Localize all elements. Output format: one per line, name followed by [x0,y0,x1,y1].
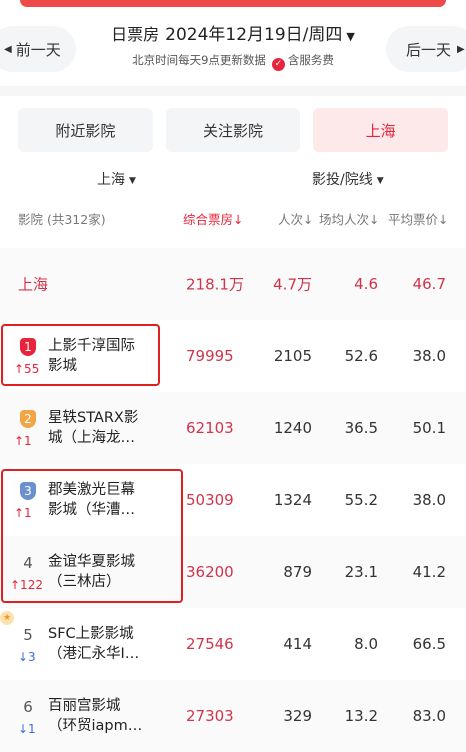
cinema-name: SFC上影影城 （港汇永华I… [48,626,140,662]
rank-change: ↑1 [14,434,32,448]
avg-per-show-value: 55.2 [344,491,378,509]
admissions-value: 1324 [273,491,312,509]
cinema-name: 百丽宫影城 （环贸iapm… [48,698,143,734]
city-filter-label: 上海 [97,172,125,188]
rank-badge: 2 [20,410,36,428]
tab-city[interactable]: 上海 [313,108,449,152]
city-filter[interactable]: 上海 ▼ [97,168,136,193]
check-circle-icon: ✓ [271,58,285,71]
next-day-label: 后一天 [406,40,452,59]
star-icon: ★ [0,611,14,625]
table-row[interactable]: 6 ↓1 百丽宫影城 （环贸iapm… 27303 329 13.2 83.0 [0,680,466,752]
cinema-tabs: 附近影院 关注影院 上海 [18,108,449,152]
tab-followed[interactable]: 关注影院 [165,108,301,152]
caret-down-icon: ▼ [129,176,136,186]
avg-price-value: 83.0 [412,707,446,725]
date-bar: ◀ 前一天 日票房 2024年12月19日/周四 ▼ 北京时间每天9点更新数据 ✓ 含服… [0,22,466,78]
avg-per-show-value: 23.1 [344,563,378,581]
avg-per-show-value: 8.0 [354,635,378,653]
table-row[interactable]: 2 ↑1 星轶STARX影 城（上海龙… 62103 1240 36.5 50.1 [0,392,466,464]
total-city-name: 上海 [18,275,49,294]
total-admissions: 4.7万 [273,275,312,294]
admissions-value: 1240 [273,419,312,437]
box-office-value: 36200 [186,563,234,581]
avg-per-show-value: 52.6 [344,347,378,365]
avg-price-value: 50.1 [412,419,446,437]
admissions-value: 879 [283,563,312,581]
fee-note: 含服务费 [287,53,334,67]
triangle-left-icon: ◀ [4,43,12,55]
rank-number: 6 [23,698,33,716]
cinema-name: 星轶STARX影 城（上海龙… [48,410,139,446]
admissions-value: 2105 [273,347,312,365]
date-value: 2024年12月19日/周四 [165,25,343,45]
chain-filter-label: 影投/院线 [312,172,373,188]
caret-down-icon: ▼ [346,30,355,43]
box-office-value: 79995 [186,347,234,365]
avg-price-value: 38.0 [412,491,446,509]
avg-price-value: 41.2 [412,563,446,581]
avg-per-show-value: 36.5 [344,419,378,437]
total-box-office: 218.1万 [186,275,244,294]
avg-price-value: 38.0 [412,347,446,365]
column-avg-per-show[interactable]: 场均人次↓ [319,208,379,232]
avg-price-value: 66.5 [412,635,446,653]
admissions-value: 414 [283,635,312,653]
box-office-value: 27546 [186,635,234,653]
highlight-box [1,469,183,603]
highlight-box [1,324,160,386]
avg-per-show-value: 13.2 [344,707,378,725]
table-row[interactable]: 5 ↓3 SFC上影影城 （港汇永华I… 27546 414 8.0 66.5 [0,608,466,680]
report-type-label: 日票房 [111,25,160,44]
column-cinema: 影院 (共312家) [18,212,106,227]
next-day-button[interactable]: 后一天 ▶ [386,26,466,72]
rank-change: ↓1 [18,722,36,736]
column-box-office[interactable]: 综合票房↓ [183,208,243,232]
triangle-right-icon: ▶ [457,43,465,55]
top-banner-strip [20,0,446,7]
rank-change: ↓3 [18,650,36,664]
city-total-row: 上海 218.1万 4.7万 4.6 46.7 [0,248,466,320]
column-admissions[interactable]: 人次↓ [278,208,313,232]
admissions-value: 329 [283,707,312,725]
prev-day-label: 前一天 [15,40,61,59]
column-avg-price[interactable]: 平均票价↓ [388,208,448,232]
box-office-value: 27303 [186,707,234,725]
tab-nearby[interactable]: 附近影院 [18,108,153,152]
section-divider [0,86,466,96]
filter-bar: 上海 ▼ 影投/院线 ▼ [0,168,466,192]
chain-filter[interactable]: 影投/院线 ▼ [312,168,384,193]
box-office-value: 62103 [186,419,234,437]
box-office-value: 50309 [186,491,234,509]
total-avg-price: 46.7 [412,275,446,293]
rank-number: 5 [23,626,33,644]
date-selector[interactable]: 日票房 2024年12月19日/周四 ▼ 北京时间每天9点更新数据 ✓ 含服务费 [100,22,366,71]
prev-day-button[interactable]: ◀ 前一天 [0,26,76,72]
caret-down-icon: ▼ [376,176,384,186]
update-note: 北京时间每天9点更新数据 [132,53,266,67]
total-avg-per-show: 4.6 [354,275,378,293]
table-header: 影院 (共312家) 综合票房↓ 人次↓ 场均人次↓ 平均票价↓ [0,208,466,232]
